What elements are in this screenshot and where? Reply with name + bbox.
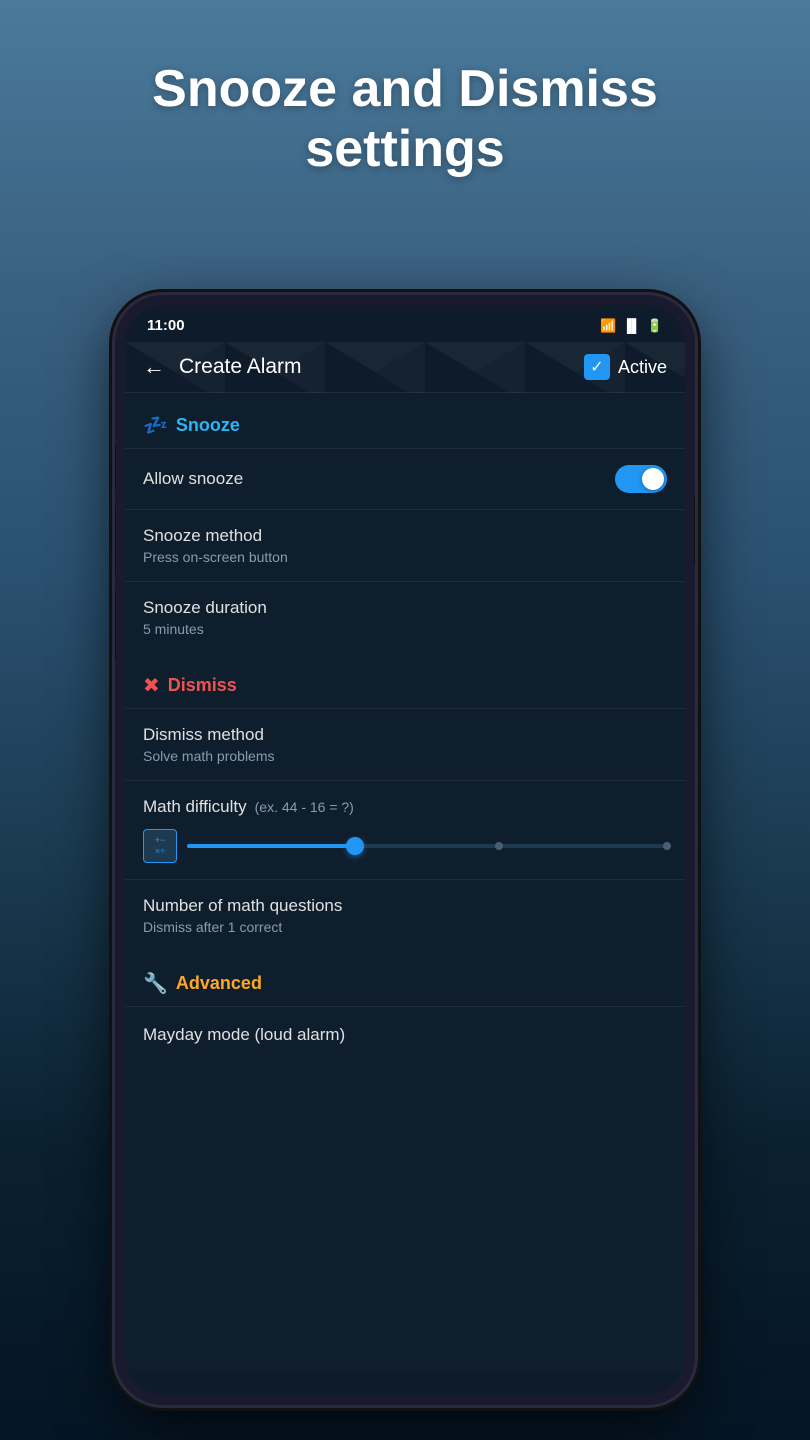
- allow-snooze-toggle[interactable]: [615, 465, 667, 493]
- mayday-mode-row[interactable]: Mayday mode (loud alarm): [125, 1006, 685, 1063]
- snooze-title: Snooze: [176, 415, 240, 436]
- snooze-method-value: Press on-screen button: [143, 549, 667, 565]
- screen-content[interactable]: 💤 Snooze Allow snooze Snooze method Pres…: [125, 393, 685, 1373]
- advanced-title: Advanced: [176, 973, 262, 994]
- math-icon: +− ×÷: [143, 829, 177, 863]
- math-difficulty-slider[interactable]: [187, 844, 667, 848]
- wifi-icon: 📶: [600, 318, 616, 334]
- active-label: Active: [618, 357, 667, 378]
- allow-snooze-row[interactable]: Allow snooze: [125, 448, 685, 509]
- snooze-duration-row[interactable]: Snooze duration 5 minutes: [125, 581, 685, 653]
- math-difficulty-row[interactable]: Math difficulty (ex. 44 - 16 = ?) +− ×÷: [125, 780, 685, 879]
- snooze-duration-label: Snooze duration: [143, 598, 667, 618]
- signal-icon: ▐▌: [622, 318, 640, 333]
- allow-snooze-label: Allow snooze: [143, 469, 243, 489]
- app-header: ← Create Alarm ✓ Active: [125, 342, 685, 393]
- back-button[interactable]: ←: [143, 354, 165, 380]
- math-slider-container: +− ×÷: [143, 829, 667, 863]
- status-time: 11:00: [147, 317, 185, 334]
- snooze-icon: 💤: [143, 413, 168, 438]
- dismiss-method-label: Dismiss method: [143, 725, 667, 745]
- math-questions-row[interactable]: Number of math questions Dismiss after 1…: [125, 879, 685, 951]
- math-difficulty-example: (ex. 44 - 16 = ?): [255, 799, 354, 815]
- status-icons: 📶 ▐▌ 🔋: [600, 318, 663, 334]
- toggle-knob: [642, 468, 664, 490]
- snooze-method-row[interactable]: Snooze method Press on-screen button: [125, 509, 685, 581]
- math-questions-value: Dismiss after 1 correct: [143, 919, 667, 935]
- wrench-icon: 🔧: [143, 971, 168, 996]
- slider-thumb[interactable]: [346, 837, 364, 855]
- screen-title: Create Alarm: [179, 355, 302, 379]
- advanced-section-header: 🔧 Advanced: [125, 951, 685, 1006]
- math-difficulty-label: Math difficulty: [143, 797, 247, 817]
- dismiss-method-value: Solve math problems: [143, 748, 667, 764]
- phone-screen: 11:00 📶 ▐▌ 🔋 ← Create Alarm ✓ Active 💤: [125, 305, 685, 1395]
- battery-icon: 🔋: [647, 318, 663, 334]
- slider-fill: [187, 844, 355, 848]
- dismiss-title: Dismiss: [168, 675, 237, 696]
- phone-frame: 11:00 📶 ▐▌ 🔋 ← Create Alarm ✓ Active 💤: [115, 295, 695, 1405]
- status-bar: 11:00 📶 ▐▌ 🔋: [125, 305, 685, 342]
- slider-end-dot: [663, 842, 671, 850]
- active-checkbox[interactable]: ✓: [584, 354, 610, 380]
- dismiss-section-header: ✖ Dismiss: [125, 653, 685, 708]
- slider-mid-dot: [495, 842, 503, 850]
- dismiss-method-row[interactable]: Dismiss method Solve math problems: [125, 708, 685, 780]
- math-questions-label: Number of math questions: [143, 896, 667, 916]
- snooze-method-label: Snooze method: [143, 526, 667, 546]
- snooze-section-header: 💤 Snooze: [125, 393, 685, 448]
- snooze-duration-value: 5 minutes: [143, 621, 667, 637]
- mayday-label: Mayday mode (loud alarm): [143, 1025, 667, 1045]
- header-left: ← Create Alarm: [143, 354, 302, 380]
- active-badge[interactable]: ✓ Active: [584, 354, 667, 380]
- dismiss-icon: ✖: [143, 673, 160, 698]
